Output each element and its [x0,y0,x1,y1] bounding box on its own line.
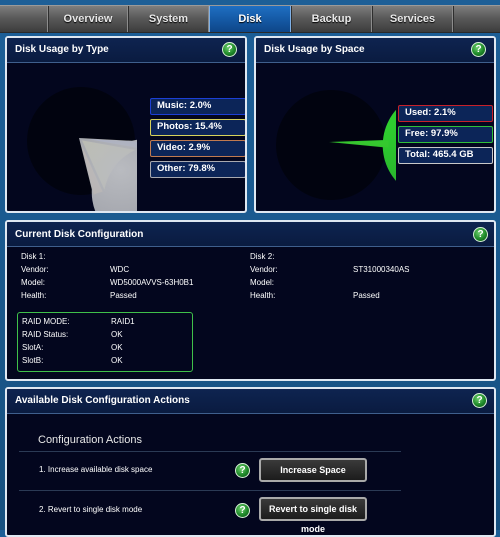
legend-other: Other: 79.8% [150,161,245,178]
raid-status-box: RAID MODE: RAID1 RAID Status: OK SlotA: … [17,312,193,372]
panel-title: Disk Usage by Space [264,44,365,55]
slot-b-value: OK [111,356,123,365]
legend-photos: Photos: 15.4% [150,119,245,136]
disk1-heading: Disk 1: [21,252,46,261]
slot-a-label: SlotA: [22,343,44,352]
disk1-vendor-label: Vendor: [21,265,49,274]
disk2-health-value: Passed [353,291,380,300]
tab-backup[interactable]: Backup [291,6,372,32]
disk-usage-by-type-panel: Disk Usage by Type ? Music: 2.0% Photos:… [5,36,247,213]
tab-disk[interactable]: Disk [209,6,291,32]
help-icon[interactable]: ? [235,463,250,478]
panel-header: Available Disk Configuration Actions ? [7,389,494,414]
disk2-health-label: Health: [250,291,276,300]
disk1-model-label: Model: [21,278,46,287]
action-increase-label: 1. Increase available disk space [39,465,153,474]
panel-title: Current Disk Configuration [15,229,144,240]
legend-total: Total: 465.4 GB [398,147,493,164]
slot-b-label: SlotB: [22,356,44,365]
help-icon[interactable]: ? [235,503,250,518]
disk1-health-value: Passed [110,291,137,300]
increase-space-button[interactable]: Increase Space [259,458,367,482]
panel-title: Available Disk Configuration Actions [15,395,190,406]
raid-mode-label: RAID MODE: [22,317,70,326]
revert-single-disk-button[interactable]: Revert to single disk mode [259,497,367,534]
help-icon[interactable]: ? [471,42,486,57]
pie-chart-by-space [276,90,396,200]
tab-services[interactable]: Services [372,6,453,32]
help-icon[interactable]: ? [472,393,487,408]
help-icon[interactable]: ? [473,227,488,242]
panel-header: Disk Usage by Type ? [7,38,245,63]
disk2-vendor-value: ST31000340AS [353,265,410,274]
divider [19,451,401,452]
tab-system[interactable]: System [128,6,209,32]
slot-a-value: OK [111,343,123,352]
disk1-vendor-value: WDC [110,265,130,274]
available-actions-panel: Available Disk Configuration Actions ? C… [5,387,496,537]
raid-status-label: RAID Status: [22,330,69,339]
divider [19,490,401,491]
tab-spacer-left [0,6,48,32]
action-revert-label: 2. Revert to single disk mode [39,505,143,514]
panel-title: Disk Usage by Type [15,44,109,55]
disk-usage-by-space-panel: Disk Usage by Space ? Used: 2.1% Free: 9… [254,36,496,213]
tab-bar: Overview System Disk Backup Services [0,5,500,33]
tab-overview[interactable]: Overview [48,6,128,32]
current-disk-configuration-panel: Current Disk Configuration ? Disk 1: Ven… [5,220,496,381]
disk2-heading: Disk 2: [250,252,275,261]
legend-video: Video: 2.9% [150,140,245,157]
legend-free: Free: 97.9% [398,126,493,143]
help-icon[interactable]: ? [222,42,237,57]
configuration-actions-heading: Configuration Actions [38,434,142,446]
panel-header: Current Disk Configuration ? [7,222,494,247]
disk1-health-label: Health: [21,291,47,300]
legend-used: Used: 2.1% [398,105,493,122]
disk2-vendor-label: Vendor: [250,265,278,274]
panel-header: Disk Usage by Space ? [256,38,494,63]
legend-music: Music: 2.0% [150,98,245,115]
raid-status-value: OK [111,330,123,339]
disk2-model-label: Model: [250,278,275,287]
tab-spacer-right [453,6,500,32]
raid-mode-value: RAID1 [111,317,135,326]
disk1-model-value: WD5000AVVS-63H0B1 [110,278,194,287]
pie-chart-by-type [27,87,137,211]
